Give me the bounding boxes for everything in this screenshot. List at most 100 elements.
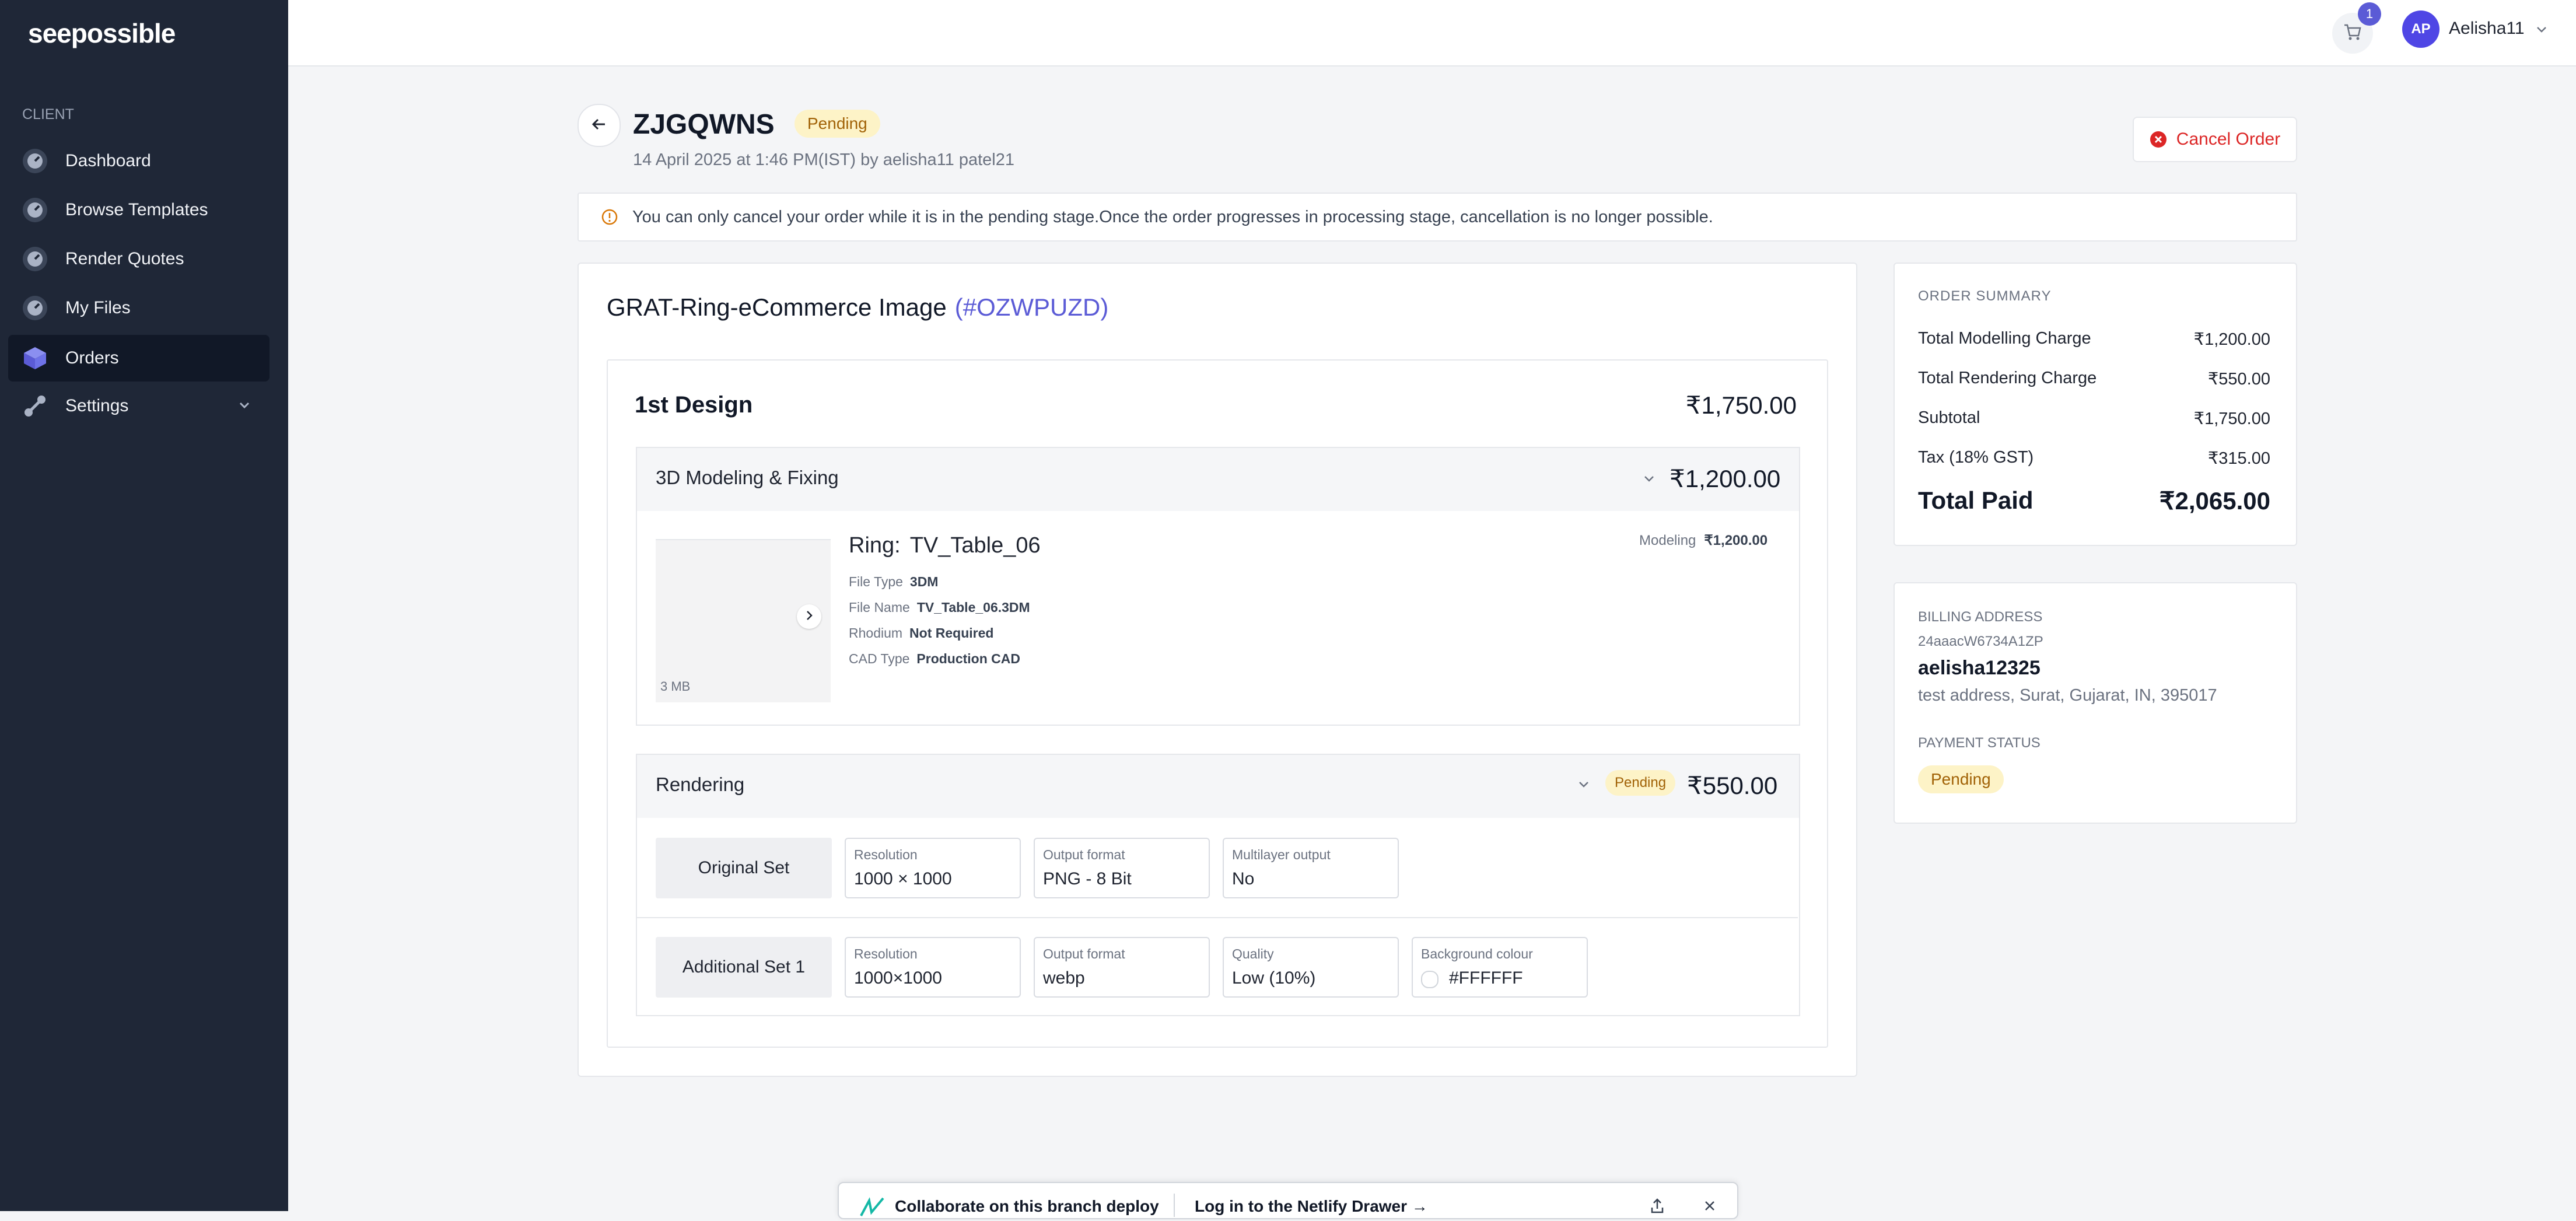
cancel-order-label: Cancel Order <box>2176 130 2281 149</box>
dashboard-icon <box>21 147 49 175</box>
sidebar-item-label: My Files <box>65 298 131 317</box>
multilayer-output-field[interactable]: Multilayer output No <box>1223 838 1399 898</box>
back-button[interactable] <box>578 104 621 147</box>
spec-value: 3DM <box>909 574 939 589</box>
notice-text: You can only cancel your order while it … <box>632 207 1713 226</box>
summary-label: Total Modelling Charge <box>1918 329 2091 348</box>
field-value: PNG - 8 Bit <box>1043 869 1132 888</box>
collaborate-link[interactable]: Collaborate on this branch deploy <box>895 1197 1159 1216</box>
netlify-icon <box>859 1195 886 1221</box>
field-label: Resolution <box>854 847 918 862</box>
quality-field[interactable]: Quality Low (10%) <box>1223 937 1399 998</box>
rendering-status-badge: Pending <box>1605 770 1676 796</box>
templates-icon <box>21 196 49 224</box>
spec-label: File Type <box>849 574 903 589</box>
set-label-original: Original Set <box>656 838 832 898</box>
summary-total: Total Paid ₹2,065.00 <box>1918 487 2270 515</box>
billing-heading: BILLING ADDRESS <box>1918 609 2043 625</box>
sidebar-item-my-files[interactable]: My Files <box>8 285 270 331</box>
order-id: ZJGQWNS <box>633 109 775 140</box>
ring-name: Ring: TV_Table_06 <box>849 533 1041 558</box>
spec-value: Not Required <box>909 625 994 641</box>
field-label: Output format <box>1043 847 1125 862</box>
chevron-down-icon[interactable] <box>2533 21 2550 41</box>
sidebar-item-label: Orders <box>65 348 119 368</box>
sidebar-item-label: Browse Templates <box>65 200 208 219</box>
spec-label: Rhodium <box>849 625 903 641</box>
close-icon[interactable] <box>1702 1198 1717 1216</box>
settings-icon <box>21 392 49 420</box>
billing-gst: 24aaacW6734A1ZP <box>1918 634 2043 649</box>
netlify-login-link[interactable]: Log in to the Netlify Drawer → <box>1195 1197 1428 1216</box>
chevron-down-icon[interactable] <box>1575 776 1592 796</box>
modeling-section-price: ₹1,200.00 <box>1670 465 1781 492</box>
design-title: 1st Design <box>635 392 753 418</box>
sidebar-item-label: Settings <box>65 396 129 415</box>
user-menu-name[interactable]: Aelisha11 <box>2449 19 2525 39</box>
color-swatch <box>1421 971 1438 988</box>
summary-label: Tax (18% GST) <box>1918 448 2034 467</box>
modeling-section-title: 3D Modeling & Fixing <box>656 467 839 488</box>
sidebar-item-settings[interactable]: Settings <box>8 383 270 429</box>
resolution-field[interactable]: Resolution 1000×1000 <box>845 937 1021 998</box>
output-format-field[interactable]: Output format PNG - 8 Bit <box>1034 838 1210 898</box>
total-value: ₹2,065.00 <box>2159 487 2270 515</box>
rendering-section-title: Rendering <box>656 774 745 795</box>
field-label: Output format <box>1043 946 1125 961</box>
modeling-price: ₹1,200.00 <box>1704 533 1768 548</box>
rendering-section-price: ₹550.00 <box>1687 772 1778 799</box>
modeling-label: Modeling <box>1639 533 1696 548</box>
chevron-right-icon <box>803 609 816 625</box>
sidebar-item-label: Dashboard <box>65 151 151 170</box>
spec-cad-type: CAD Type Production CAD <box>849 651 1020 667</box>
sidebar-section-label: CLIENT <box>22 106 74 123</box>
summary-label: Subtotal <box>1918 408 1980 427</box>
summary-row: Subtotal ₹1,750.00 <box>1918 408 2270 429</box>
spec-value: Production CAD <box>916 651 1021 666</box>
chevron-down-icon[interactable] <box>1640 470 1658 491</box>
brand-logo[interactable]: seepossible <box>28 18 176 49</box>
set-label-additional: Additional Set 1 <box>656 937 832 998</box>
cancel-notice: You can only cancel your order while it … <box>578 193 2297 242</box>
thumbnail-next-button[interactable] <box>797 604 821 629</box>
field-value: #FFFFFF <box>1449 968 1523 988</box>
background-colour-field[interactable]: Background colour #FFFFFF <box>1412 937 1588 998</box>
sidebar-item-render-quotes[interactable]: Render Quotes <box>8 236 270 282</box>
netlify-drawer: Collaborate on this branch deploy Log in… <box>838 1182 1738 1219</box>
avatar[interactable]: AP <box>2402 11 2440 48</box>
payment-status-heading: PAYMENT STATUS <box>1918 735 2041 751</box>
summary-row: Total Modelling Charge ₹1,200.00 <box>1918 329 2270 349</box>
status-badge: Pending <box>794 110 880 138</box>
summary-value: ₹550.00 <box>2207 370 2270 389</box>
field-value: webp <box>1043 968 1085 988</box>
field-label: Background colour <box>1421 946 1533 961</box>
summary-value: ₹315.00 <box>2207 449 2270 468</box>
cart-icon <box>2342 22 2363 46</box>
field-label: Quality <box>1232 946 1274 961</box>
cancel-order-button[interactable]: Cancel Order <box>2133 117 2297 162</box>
quotes-icon <box>21 245 49 273</box>
spec-file-name: File Name TV_Table_06.3DM <box>849 600 1030 615</box>
summary-value: ₹1,200.00 <box>2193 330 2270 349</box>
spec-label: CAD Type <box>849 651 910 666</box>
resolution-field[interactable]: Resolution 1000 × 1000 <box>845 838 1021 898</box>
share-icon[interactable] <box>1648 1197 1666 1217</box>
summary-label: Total Rendering Charge <box>1918 369 2097 387</box>
divider <box>637 917 1798 918</box>
output-format-field[interactable]: Output format webp <box>1034 937 1210 998</box>
sidebar-item-orders[interactable]: Orders <box>8 335 270 382</box>
product-name: GRAT-Ring-eCommerce Image <box>607 293 947 321</box>
sidebar-item-browse-templates[interactable]: Browse Templates <box>8 187 270 233</box>
field-label: Multilayer output <box>1232 847 1331 862</box>
thumbnail-file-size: 3 MB <box>660 679 691 694</box>
field-value: Low (10%) <box>1232 968 1316 988</box>
chevron-down-icon <box>236 397 253 419</box>
spec-label: File Name <box>849 600 910 615</box>
product-ref[interactable]: (#OZWPUZD) <box>955 293 1109 321</box>
sidebar: seepossible CLIENT Dashboard Browse Temp… <box>0 0 288 1211</box>
sidebar-item-dashboard[interactable]: Dashboard <box>8 138 270 184</box>
files-icon <box>21 294 49 322</box>
order-summary-heading: ORDER SUMMARY <box>1918 288 2052 304</box>
x-circle-icon <box>2150 131 2167 148</box>
field-value: 1000 × 1000 <box>854 869 952 888</box>
